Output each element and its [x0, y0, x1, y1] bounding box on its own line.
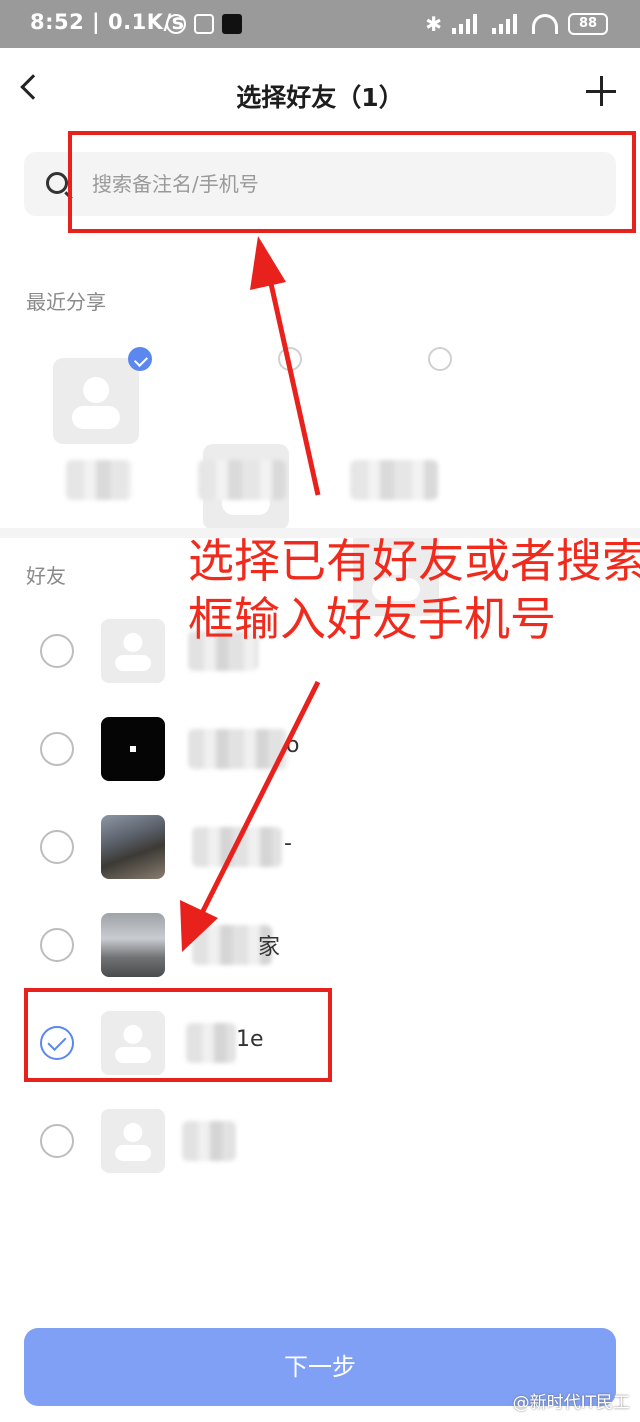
annotation-line-1: 选择已有好友或者搜索	[188, 534, 640, 588]
nfc-icon	[194, 14, 214, 34]
friend-name	[182, 1121, 236, 1161]
battery-icon: 88	[568, 13, 608, 35]
friend-radio[interactable]	[40, 634, 74, 668]
friend-avatar	[101, 913, 165, 977]
search-icon	[46, 172, 68, 194]
friend-radio[interactable]	[40, 830, 74, 864]
recent-share-label: 最近分享	[26, 290, 106, 314]
friend-row[interactable]: -	[0, 797, 640, 895]
bluetooth-icon: ✱	[425, 12, 442, 36]
friend-radio[interactable]	[40, 1124, 74, 1158]
alarm-icon	[166, 14, 186, 34]
friend-avatar	[101, 717, 165, 781]
friend-radio[interactable]	[40, 928, 74, 962]
friend-name-suffix: o	[286, 733, 300, 758]
notification-icons	[166, 14, 242, 34]
recent-name	[350, 460, 438, 500]
friend-row[interactable]: 家	[0, 895, 640, 993]
wifi-icon	[532, 14, 558, 34]
annotation-text: 选择已有好友或者搜索 框输入好友手机号	[188, 532, 640, 648]
annotation-box-selected-friend	[24, 988, 332, 1082]
friend-name	[192, 827, 282, 867]
page-title: 选择好友（1）	[236, 83, 404, 112]
status-bar: 8:52 | 0.1K/s ✱ 88	[0, 0, 640, 48]
friend-name-suffix: 家	[258, 935, 281, 960]
header: 选择好友（1）	[0, 48, 640, 140]
friend-radio[interactable]	[40, 732, 74, 766]
recent-avatar[interactable]	[53, 358, 139, 444]
annotation-line-2: 框输入好友手机号	[188, 592, 556, 646]
friends-label: 好友	[26, 564, 66, 588]
status-time-speed: 8:52 | 0.1K/s	[30, 10, 185, 34]
recent-checkbox-3[interactable]	[428, 347, 452, 371]
friend-avatar	[101, 1109, 165, 1173]
tiktok-icon	[222, 14, 242, 34]
annotation-box-search	[68, 131, 636, 233]
recent-checkbox-1[interactable]	[128, 347, 152, 371]
status-right: ✱ 88	[425, 12, 608, 36]
status-time: 8:52	[30, 10, 85, 34]
watermark: @新时代IT民工	[512, 1393, 630, 1413]
cellular-signal-icon-2	[492, 14, 522, 34]
recent-checkbox-2[interactable]	[278, 347, 302, 371]
friend-avatar	[101, 619, 165, 683]
plus-icon[interactable]	[586, 76, 616, 106]
friend-avatar	[101, 815, 165, 879]
recent-name	[66, 460, 132, 500]
friend-row[interactable]	[0, 1091, 640, 1189]
cellular-signal-icon	[452, 14, 482, 34]
friend-name	[188, 729, 288, 769]
friend-row[interactable]: o	[0, 699, 640, 797]
friend-name-suffix: -	[284, 831, 292, 856]
recent-name	[198, 460, 286, 500]
